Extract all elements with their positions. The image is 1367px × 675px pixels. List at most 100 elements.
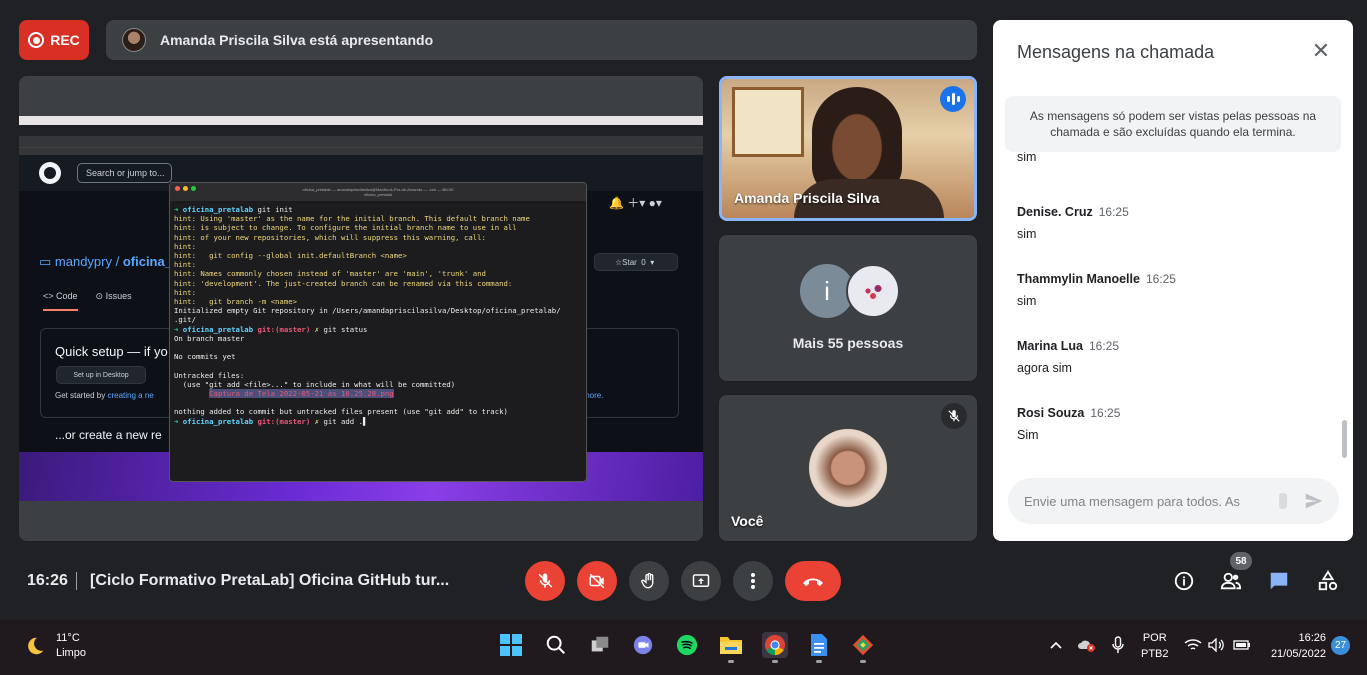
get-started-text: Get started by creating a ne [55, 391, 154, 400]
self-name: Você [731, 513, 764, 529]
battery-icon [1233, 640, 1250, 650]
speaker-icon [1208, 638, 1224, 652]
term-line: nothing added to commit but untracked fi… [174, 407, 508, 417]
weather-condition: Limpo [56, 647, 86, 659]
present-screen-button[interactable] [681, 561, 721, 601]
window-controls [175, 186, 196, 191]
wifi-icon [1184, 639, 1202, 650]
cloud-error-icon [1078, 640, 1095, 652]
presentation-tile[interactable]: Search or jump to... 🔔 ＋▾ ●▾ ▭ mandypry … [19, 76, 703, 541]
term-line: hint: Using 'master' as the name for the… [174, 214, 530, 224]
message-text: sim [1017, 152, 1037, 164]
participant-avatar-flower [846, 264, 900, 318]
self-avatar [809, 429, 887, 507]
recording-label: REC [50, 32, 80, 48]
tab-code-label: Code [56, 291, 78, 301]
taskbar-search-button[interactable] [543, 632, 569, 658]
more-participants-tile[interactable]: i Mais 55 pessoas [719, 235, 977, 381]
tray-overflow-button[interactable] [1043, 632, 1069, 658]
docs-button[interactable] [806, 632, 832, 658]
chat-message-input[interactable]: Envie uma mensagem para todos. As [1008, 478, 1339, 524]
spotify-button[interactable] [674, 632, 700, 658]
term-line: Captura de Tela 2022-05-21 às 16.25.28.p… [209, 389, 394, 399]
input-language-indicator[interactable]: POR PTB2 [1141, 630, 1169, 662]
weather-text: 11°C Limpo [56, 631, 86, 661]
presenting-banner: Amanda Priscila Silva está apresentando [106, 20, 977, 60]
term-line: Initialized empty Git repository in /Use… [174, 306, 561, 316]
hang-up-icon [803, 578, 823, 586]
self-tile[interactable]: Você [719, 395, 977, 541]
close-dot-icon [175, 186, 180, 191]
shared-screen: Search or jump to... 🔔 ＋▾ ●▾ ▭ mandypry … [19, 116, 703, 501]
onedrive-button[interactable] [1073, 632, 1099, 658]
activities-button[interactable] [1315, 568, 1341, 594]
meeting-details-button[interactable] [1171, 568, 1197, 594]
meeting-title[interactable]: [Ciclo Formativo PretaLab] Oficina GitHu… [90, 572, 449, 590]
more-vert-icon [751, 573, 755, 589]
close-icon[interactable]: ✕ [1309, 40, 1333, 64]
more-participants-label: Mais 55 pessoas [792, 335, 904, 351]
presenting-text: Amanda Priscila Silva está apresentando [160, 32, 434, 48]
raise-hand-button[interactable] [629, 561, 669, 601]
battery-button[interactable] [1229, 632, 1255, 658]
chat-input-placeholder: Envie uma mensagem para todos. As [1024, 493, 1241, 509]
teams-chat-button[interactable] [630, 632, 656, 658]
folder-icon [720, 637, 742, 654]
terminal-window: oficina_pretalab — amandapriscilasilva@M… [169, 182, 587, 482]
term-line: hint: [174, 260, 196, 270]
send-icon[interactable] [1303, 490, 1325, 515]
term-line: .git/ [174, 315, 196, 325]
recording-badge: REC [19, 20, 89, 60]
github-repo-tabs: <> Code ⊙ Issues [43, 291, 132, 311]
message-text: Sim [1017, 428, 1039, 442]
moon-icon [28, 637, 44, 655]
task-view-button[interactable] [587, 632, 613, 658]
chat-scrollbar[interactable] [1342, 420, 1347, 458]
mic-toggle-button[interactable] [525, 561, 565, 601]
spotify-icon [676, 634, 698, 656]
more-options-button[interactable] [733, 561, 773, 601]
git-tool-button[interactable] [850, 632, 876, 658]
weather-temperature: 11°C [56, 632, 80, 644]
chrome-button[interactable] [762, 632, 788, 658]
github-search-input: Search or jump to... [77, 163, 172, 183]
weather-widget[interactable]: 11°C Limpo [24, 631, 86, 661]
term-line: ➜ oficina_pretalab git:(master) ✗ git st… [174, 324, 368, 334]
term-line: hint: git config --global init.defaultBr… [174, 251, 407, 261]
term-line: hint: is subject to change. To configure… [174, 223, 517, 233]
create-new-heading: ...or create a new re [55, 428, 162, 442]
leave-call-button[interactable] [785, 561, 841, 601]
chat-notice: As mensagens só podem ser vistas pelas p… [1005, 96, 1341, 152]
chat-message-list[interactable]: sim Denise. Cruz 16:25 sim Thammylin Mano… [1017, 152, 1327, 482]
input-scroll-indicator [1279, 493, 1287, 509]
info-icon [1174, 571, 1194, 591]
term-line: hint: 'development'. The just-created br… [174, 278, 513, 288]
speaker-tile[interactable]: Amanda Priscila Silva [719, 76, 977, 221]
teams-chat-icon [633, 635, 653, 655]
mic-tray-button[interactable] [1105, 632, 1131, 658]
term-line: hint: [174, 287, 196, 297]
message-time: 16:25 [1089, 339, 1120, 353]
start-button[interactable] [498, 632, 524, 658]
file-explorer-button[interactable] [718, 632, 744, 658]
people-button[interactable] [1218, 568, 1244, 594]
repo-name: oficina_ [122, 254, 172, 269]
mic-off-icon [941, 403, 967, 429]
running-indicator [728, 660, 734, 663]
message-time: 16:25 [1090, 406, 1121, 420]
setup-desktop-button: Set up in Desktop [56, 366, 146, 384]
document-icon [811, 634, 827, 656]
list-item: Denise. Cruz 16:25 sim [1017, 203, 1129, 241]
term-line: Untracked files: [174, 370, 245, 380]
volume-button[interactable] [1204, 632, 1230, 658]
clock-date: 21/05/2022 [1270, 648, 1326, 660]
term-line [174, 343, 582, 352]
notification-badge[interactable]: 27 [1331, 636, 1350, 655]
system-clock[interactable]: 16:26 21/05/2022 [1262, 630, 1326, 662]
speaker-name: Amanda Priscila Silva [734, 190, 880, 206]
camera-toggle-button[interactable] [577, 561, 617, 601]
network-button[interactable] [1180, 632, 1206, 658]
chat-button[interactable] [1266, 568, 1292, 594]
terminal-titlebar: oficina_pretalab — amandapriscilasilva@M… [170, 183, 586, 201]
list-item: Marina Lua 16:25 agora sim [1017, 337, 1119, 375]
